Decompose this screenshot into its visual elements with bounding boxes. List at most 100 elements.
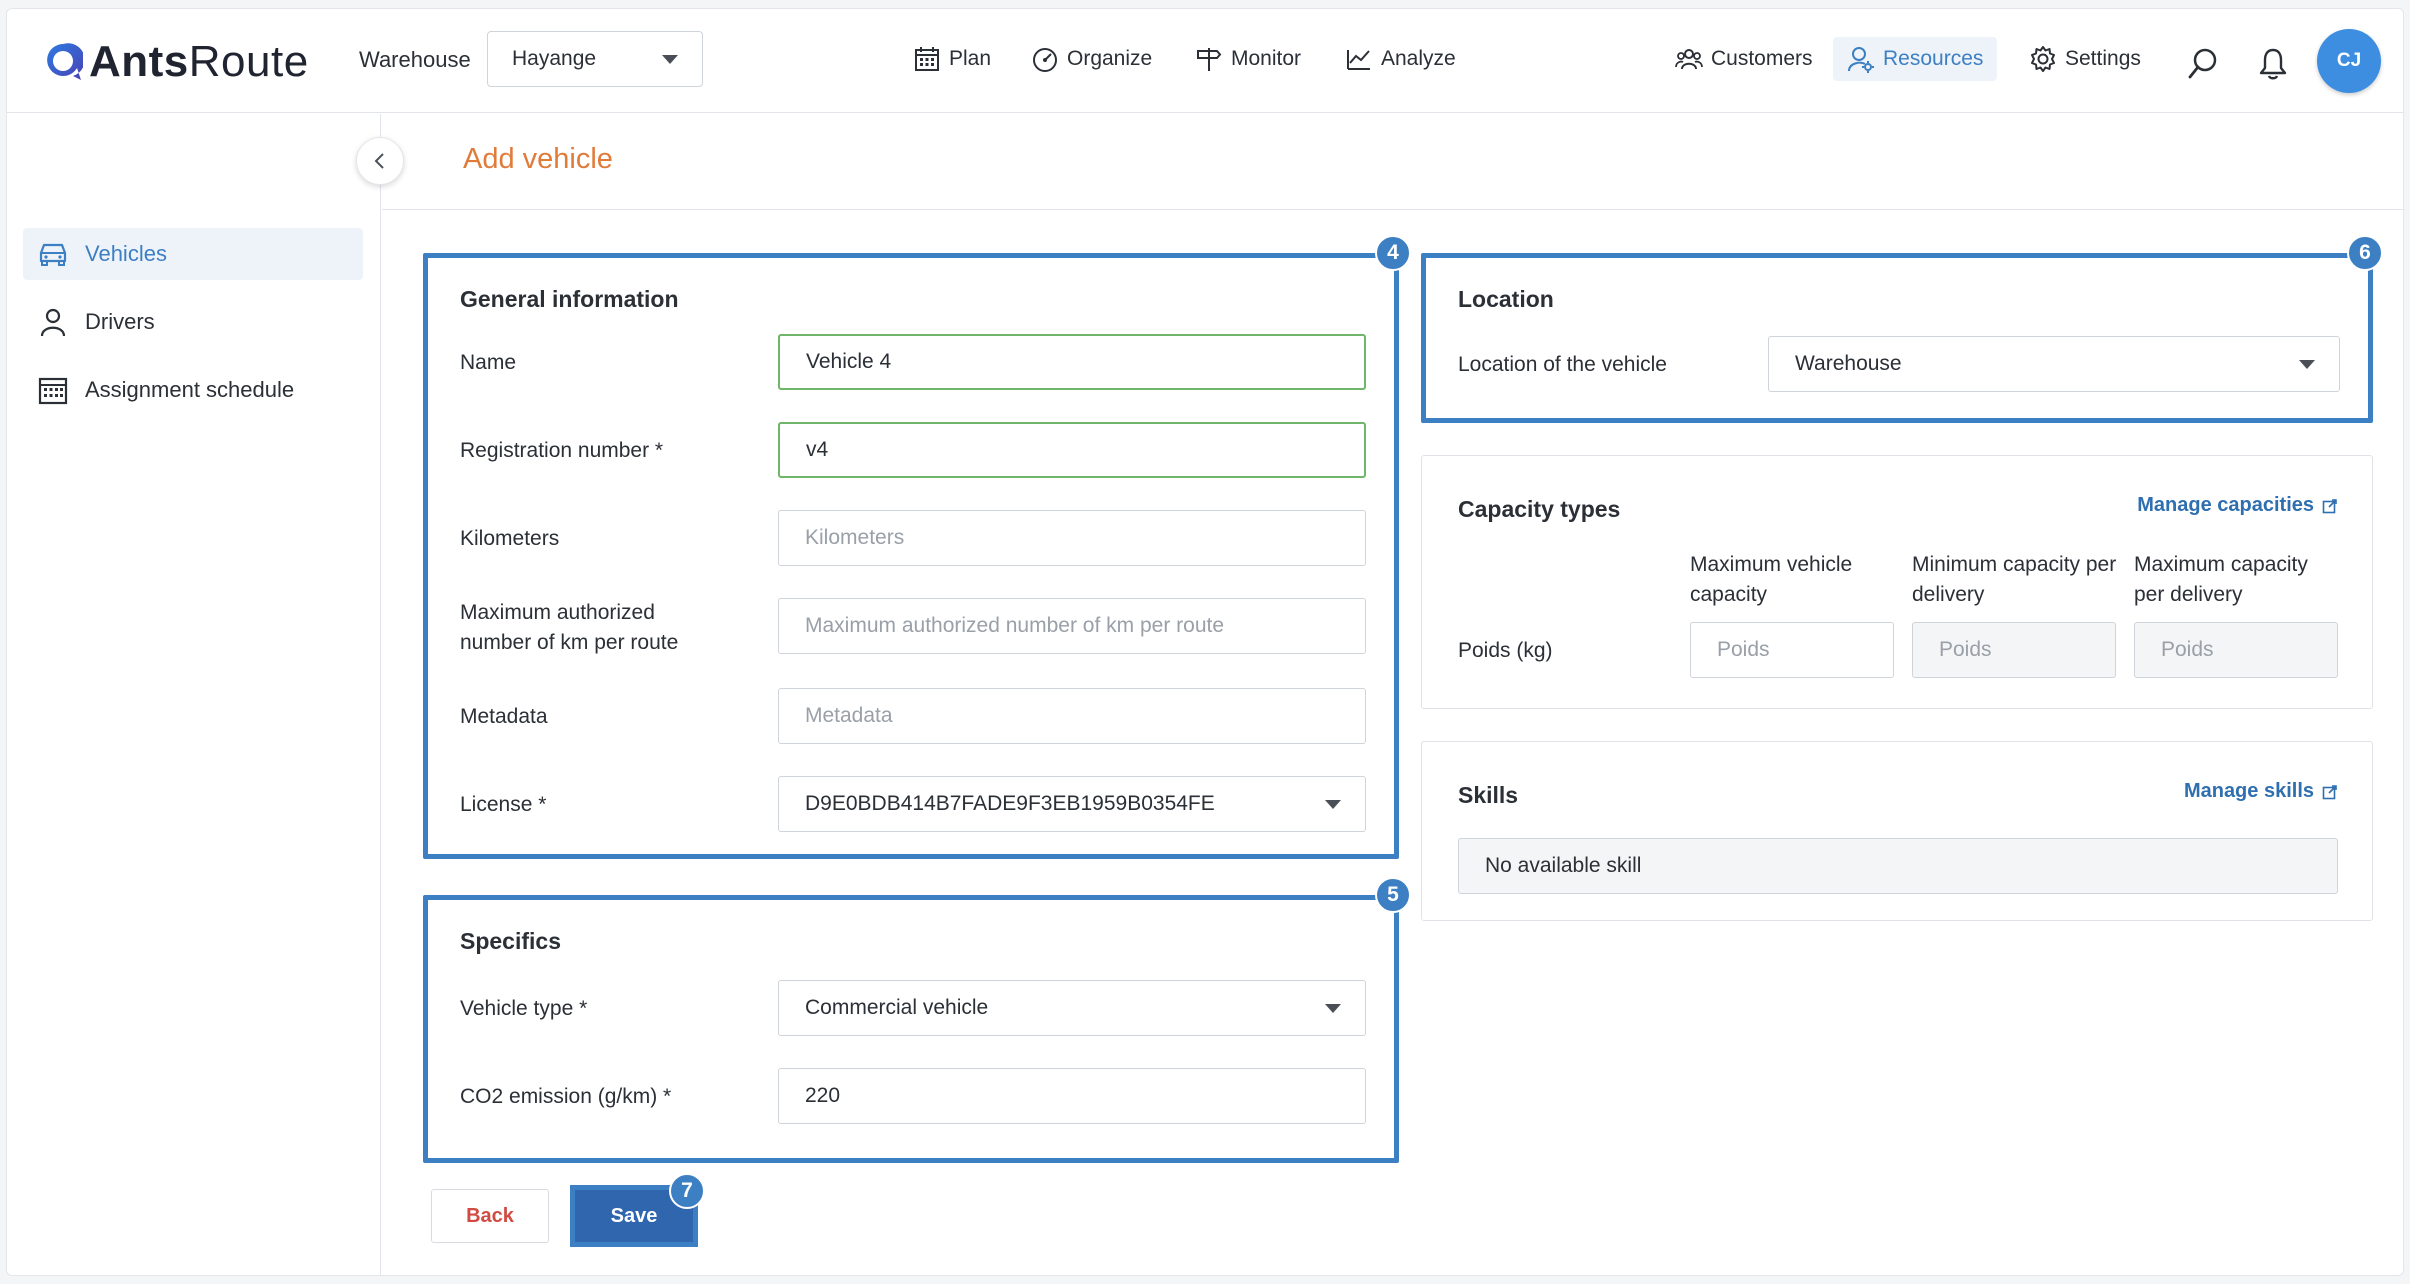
sidebar: Vehicles Drivers Assignment schedule (7, 114, 381, 1275)
top-bar: AntsRoute Warehouse Hayange Plan Organiz… (7, 9, 2403, 113)
warehouse-label: Warehouse (359, 47, 471, 72)
step-badge: 7 (669, 1173, 705, 1209)
calendar-icon (38, 377, 68, 405)
capacity-types-card: Capacity types Manage capacities Maximum… (1421, 455, 2373, 709)
col-max-vehicle-capacity: Maximum vehicle capacity (1690, 553, 1853, 606)
nav-resources[interactable]: Resources (1833, 37, 1998, 81)
card-title: Capacity types (1458, 496, 1621, 522)
nav-analyze-label: Analyze (1381, 47, 1456, 70)
name-value: Vehicle 4 (806, 350, 892, 373)
sidebar-item-drivers[interactable]: Drivers (23, 296, 363, 348)
external-link-icon (2322, 784, 2337, 799)
kilometers-input[interactable]: Kilometers (778, 510, 1366, 566)
signpost-icon (1197, 48, 1222, 71)
person-icon (40, 308, 66, 337)
manage-capacities-link[interactable]: Manage capacities (2137, 494, 2338, 517)
logo-icon (47, 43, 83, 80)
co2-value: 220 (805, 1084, 841, 1107)
location-label: Location of the vehicle (1458, 353, 1667, 376)
min-capacity-per-delivery-input[interactable]: Poids (1912, 622, 2116, 678)
skills-card: Skills Manage skills No available skill (1421, 741, 2373, 921)
col-min-capacity-per-delivery: Minimum capacity per delivery (1912, 553, 2117, 606)
card-title: General information (460, 286, 679, 312)
nav-settings-label: Settings (2065, 47, 2141, 70)
location-card: Location Location of the vehicle Warehou… (1421, 253, 2373, 423)
page-title: Add vehicle (463, 143, 613, 175)
search-icon[interactable] (2187, 47, 2219, 81)
nav-customers[interactable]: Customers (1675, 37, 1813, 81)
name-label: Name (460, 351, 517, 374)
gauge-icon (1033, 48, 1057, 72)
max-capacity-per-delivery-placeholder: Poids (2161, 638, 2214, 661)
chevron-left-icon (374, 153, 384, 169)
co2-label: CO2 emission (g/km) * (460, 1085, 672, 1108)
sidebar-item-label: Vehicles (85, 241, 167, 266)
logo-text: AntsRoute (89, 37, 309, 86)
step-badge: 5 (1375, 877, 1411, 913)
gear-icon (2031, 46, 2055, 72)
nav-analyze[interactable]: Analyze (1345, 37, 1456, 81)
license-label: License * (460, 793, 547, 816)
nav-resources-label: Resources (1883, 47, 1984, 70)
app-window: AntsRoute Warehouse Hayange Plan Organiz… (6, 8, 2404, 1276)
resources-icon (1848, 47, 1874, 73)
metadata-input[interactable]: Metadata (778, 688, 1366, 744)
name-input[interactable]: Vehicle 4 (778, 334, 1366, 390)
metadata-label: Metadata (460, 705, 548, 728)
car-icon (39, 243, 67, 266)
max-km-input[interactable]: Maximum authorized number of km per rout… (778, 598, 1366, 654)
metadata-placeholder: Metadata (805, 704, 893, 727)
nav-settings[interactable]: Settings (2029, 37, 2141, 81)
kilometers-label: Kilometers (460, 527, 560, 550)
sidebar-item-label: Drivers (85, 309, 155, 334)
sidebar-item-assignment-schedule[interactable]: Assignment schedule (23, 364, 363, 416)
max-capacity-per-delivery-input[interactable]: Poids (2134, 622, 2338, 678)
nav-monitor-label: Monitor (1231, 47, 1302, 70)
external-link-icon (2322, 498, 2337, 513)
capacity-row-label: Poids (kg) (1458, 639, 1553, 662)
back-button[interactable]: Back (431, 1189, 549, 1243)
vehicle-type-value: Commercial vehicle (805, 996, 989, 1019)
chevron-down-icon (662, 55, 678, 64)
nav-customers-label: Customers (1711, 47, 1813, 70)
max-vehicle-capacity-input[interactable]: Poids (1690, 622, 1894, 678)
warehouse-select-value: Hayange (512, 47, 597, 70)
manage-skills-label: Manage skills (2183, 780, 2314, 802)
min-capacity-per-delivery-placeholder: Poids (1939, 638, 1992, 661)
max-vehicle-capacity-placeholder: Poids (1717, 638, 1770, 661)
license-select[interactable]: D9E0BDB414B7FADE9F3EB1959B0354FE (778, 776, 1366, 832)
chevron-down-icon (2299, 360, 2315, 369)
skills-empty-text: No available skill (1485, 854, 1642, 877)
sidebar-item-label: Assignment schedule (85, 377, 295, 402)
manage-capacities-label: Manage capacities (2137, 494, 2314, 516)
col-max-capacity-per-delivery: Maximum capacity per delivery (2134, 553, 2308, 606)
chevron-down-icon (1325, 1004, 1341, 1013)
calendar-icon (915, 47, 939, 71)
logo[interactable]: AntsRoute (43, 37, 309, 87)
co2-input[interactable]: 220 (778, 1068, 1366, 1124)
nav-plan[interactable]: Plan (913, 37, 991, 81)
location-value: Warehouse (1795, 352, 1902, 375)
registration-number-input[interactable]: v4 (778, 422, 1366, 478)
users-icon (1675, 49, 1703, 70)
chart-icon (1347, 50, 1370, 70)
warehouse-select[interactable]: Hayange (487, 31, 703, 87)
skills-empty-state: No available skill (1458, 838, 2338, 894)
location-select[interactable]: Warehouse (1768, 336, 2340, 392)
nav-monitor[interactable]: Monitor (1195, 37, 1301, 81)
divider (382, 209, 2403, 210)
vehicle-type-select[interactable]: Commercial vehicle (778, 980, 1366, 1036)
license-value: D9E0BDB414B7FADE9F3EB1959B0354FE (805, 792, 1215, 815)
card-title: Specifics (460, 928, 561, 954)
kilometers-placeholder: Kilometers (805, 526, 905, 549)
avatar[interactable]: CJ (2317, 29, 2381, 93)
max-km-placeholder: Maximum authorized number of km per rout… (805, 614, 1225, 637)
bell-icon[interactable] (2257, 47, 2289, 81)
general-information-card: General information Name Vehicle 4 Regis… (423, 253, 1399, 859)
step-badge: 6 (2347, 235, 2383, 271)
manage-skills-link[interactable]: Manage skills (2184, 780, 2338, 803)
nav-organize-label: Organize (1067, 47, 1153, 70)
collapse-sidebar-button[interactable] (356, 137, 404, 185)
nav-organize[interactable]: Organize (1031, 37, 1152, 81)
sidebar-item-vehicles[interactable]: Vehicles (23, 228, 363, 280)
